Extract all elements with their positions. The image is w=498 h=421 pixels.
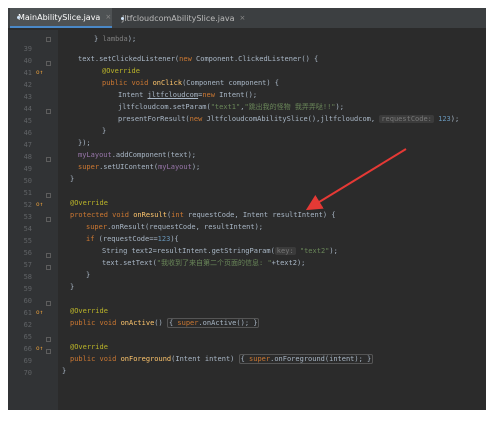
red-arrow-annotation [305, 148, 407, 211]
ide-window: MainAbilitySlice.java × JltfcloudcomAbil… [8, 8, 486, 410]
